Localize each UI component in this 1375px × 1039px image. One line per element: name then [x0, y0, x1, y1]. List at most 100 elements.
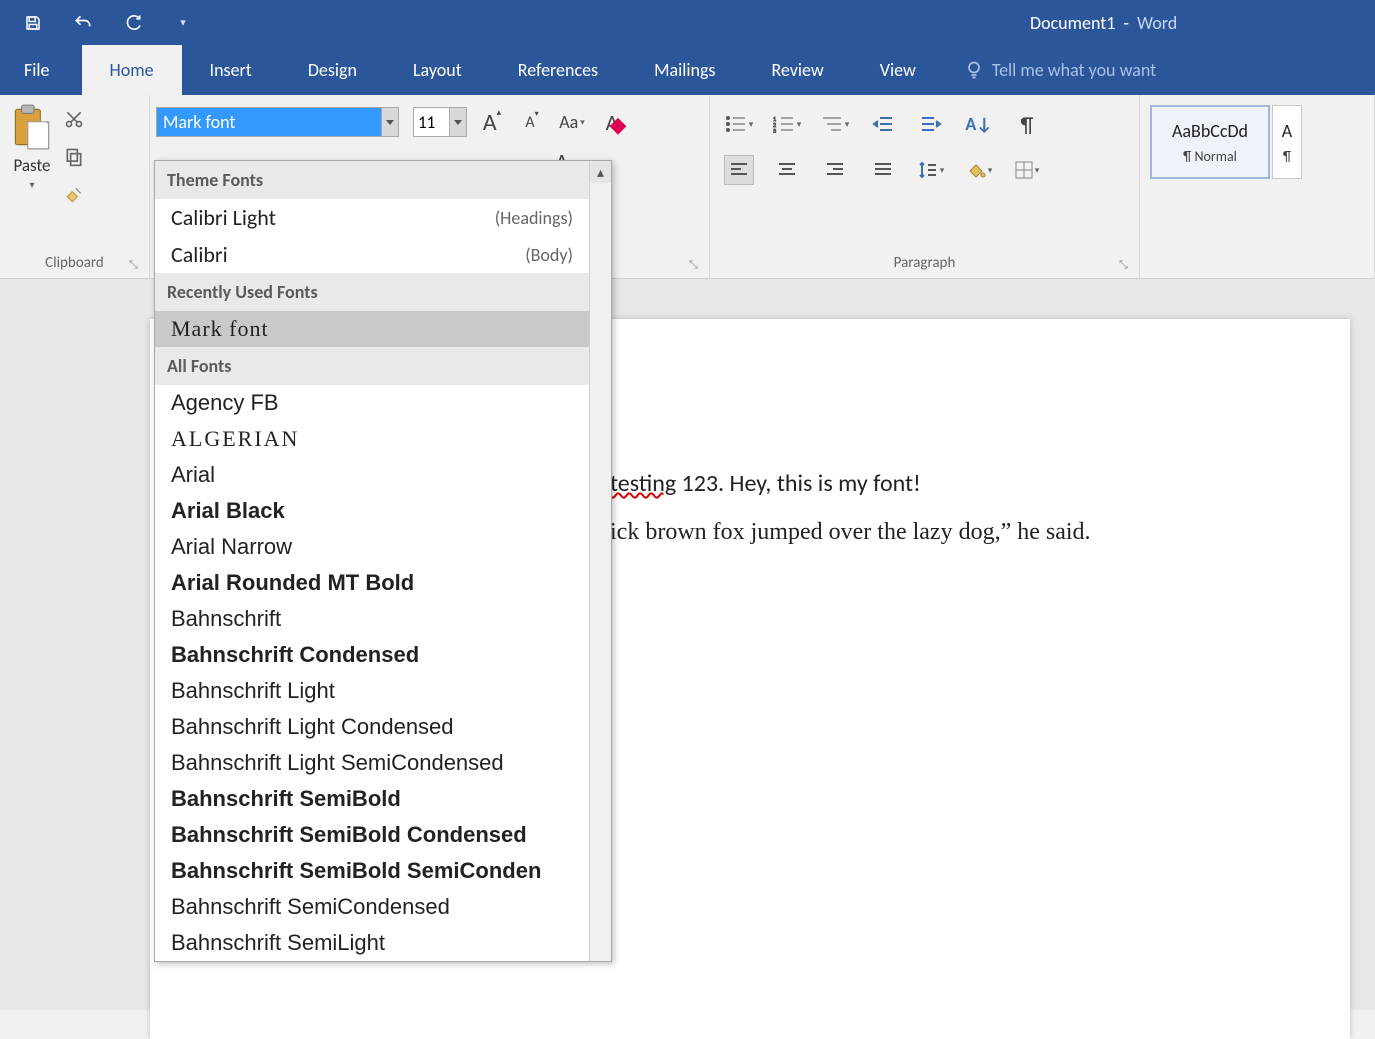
paint-bucket-icon [966, 161, 986, 179]
tell-me-search[interactable]: Tell me what you want [944, 45, 1156, 95]
shading-button[interactable]: ▾ [964, 155, 994, 185]
dropdown-scrollbar[interactable]: ▴ [589, 161, 611, 961]
ribbon-tabs: File Home Insert Design Layout Reference… [0, 45, 1375, 95]
font-size-input[interactable] [413, 107, 449, 137]
group-paragraph: ▾ 123▾ ▾ A↓ ¶ ▾ ▾ ▾ Paragraph ⤡ [710, 95, 1140, 278]
scissors-icon [64, 109, 84, 129]
font-option-name: Bahnschrift [171, 606, 281, 632]
cut-button[interactable] [62, 107, 86, 131]
tab-review[interactable]: Review [743, 45, 851, 95]
font-option-name: Calibri [171, 241, 228, 268]
paste-button[interactable]: Paste ▾ [10, 103, 54, 191]
style-normal[interactable]: AaBbCcDd ¶ Normal [1150, 105, 1270, 179]
font-option[interactable]: ALGERIAN [155, 421, 589, 457]
title-separator: - [1123, 12, 1129, 34]
font-option[interactable]: Bahnschrift Light [155, 673, 589, 709]
clipboard-launcher-icon[interactable]: ⤡ [129, 258, 143, 272]
style-next[interactable]: A ¶ [1272, 105, 1302, 179]
font-option[interactable]: Bahnschrift Light Condensed [155, 709, 589, 745]
borders-button[interactable]: ▾ [1012, 155, 1042, 185]
align-right-icon [825, 162, 845, 178]
font-size-dropdown-button[interactable] [449, 107, 467, 137]
bullets-icon [725, 115, 747, 133]
font-option[interactable]: Bahnschrift SemiBold [155, 781, 589, 817]
tab-design[interactable]: Design [280, 45, 385, 95]
font-option[interactable]: Arial Narrow [155, 529, 589, 565]
sort-icon: A↓ [965, 113, 992, 135]
font-option[interactable]: Bahnschrift SemiBold Condensed [155, 817, 589, 853]
font-option[interactable]: Arial Black [155, 493, 589, 529]
app-name: Word [1137, 12, 1177, 34]
dropdown-header-recent: Recently Used Fonts [155, 273, 589, 311]
font-option[interactable]: Agency FB [155, 385, 589, 421]
paragraph-launcher-icon[interactable]: ⤡ [1119, 258, 1133, 272]
font-name-dropdown-button[interactable] [381, 107, 399, 137]
font-option[interactable]: Bahnschrift Condensed [155, 637, 589, 673]
change-case-icon: Aa [559, 111, 578, 133]
numbering-button[interactable]: 123▾ [772, 109, 802, 139]
clear-formatting-button[interactable]: A◆ [597, 107, 627, 137]
font-option-name: Arial Black [171, 498, 285, 524]
font-option-hint: (Body) [525, 244, 573, 266]
tab-insert[interactable]: Insert [182, 45, 280, 95]
paste-label: Paste [14, 155, 51, 176]
font-option[interactable]: Arial Rounded MT Bold [155, 565, 589, 601]
paintbrush-icon [64, 185, 84, 205]
scroll-up-icon[interactable]: ▴ [590, 161, 611, 183]
save-icon[interactable] [22, 12, 44, 34]
document-text-line-2[interactable]: ick brown fox jumped over the lazy dog,”… [610, 519, 1091, 546]
font-dropdown[interactable]: Theme Fonts Calibri Light(Headings)Calib… [154, 160, 612, 962]
qat-customize-icon[interactable]: ▾ [172, 12, 194, 34]
font-option[interactable]: Bahnschrift SemiLight [155, 925, 589, 961]
dropdown-header-theme: Theme Fonts [155, 161, 589, 199]
window-title: Document1 - Word [1030, 12, 1177, 34]
font-name-combo[interactable] [156, 107, 399, 137]
sort-button[interactable]: A↓ [964, 109, 994, 139]
font-option[interactable]: Bahnschrift SemiBold SemiConden [155, 853, 589, 889]
multilevel-list-button[interactable]: ▾ [820, 109, 850, 139]
tab-home[interactable]: Home [82, 45, 182, 95]
tab-layout[interactable]: Layout [385, 45, 490, 95]
tell-me-placeholder: Tell me what you want [992, 59, 1156, 81]
font-option-name: Bahnschrift SemiLight [171, 930, 385, 956]
redo-icon[interactable] [122, 12, 144, 34]
font-launcher-icon[interactable]: ⤡ [689, 258, 703, 272]
font-option[interactable]: Mark font [155, 311, 589, 347]
format-painter-button[interactable] [62, 183, 86, 207]
change-case-button[interactable]: Aa▾ [557, 107, 587, 137]
style-name-next: ¶ [1283, 148, 1291, 165]
align-right-button[interactable] [820, 155, 850, 185]
tab-references[interactable]: References [490, 45, 626, 95]
font-option[interactable]: Bahnschrift SemiCondensed [155, 889, 589, 925]
tab-mailings[interactable]: Mailings [626, 45, 743, 95]
font-option[interactable]: Bahnschrift Light SemiCondensed [155, 745, 589, 781]
align-center-icon [777, 162, 797, 178]
group-clipboard: Paste ▾ Clipboard ⤡ [0, 95, 150, 278]
shrink-font-icon: A [525, 113, 534, 132]
font-option-name: Bahnschrift SemiBold Condensed [171, 822, 527, 848]
font-option-name: Mark font [171, 316, 269, 342]
tab-view[interactable]: View [852, 45, 944, 95]
show-paragraph-marks-button[interactable]: ¶ [1012, 109, 1042, 139]
decrease-indent-button[interactable] [868, 109, 898, 139]
tab-file[interactable]: File [0, 45, 82, 95]
justify-button[interactable] [868, 155, 898, 185]
font-option[interactable]: Calibri (Body) [155, 236, 589, 273]
document-text-line-1[interactable]: testing 123. Hey, this is my font! [610, 469, 921, 498]
font-option-name: Calibri Light [171, 204, 276, 231]
grow-font-button[interactable]: A▴ [477, 107, 507, 137]
font-option[interactable]: Bahnschrift [155, 601, 589, 637]
align-center-button[interactable] [772, 155, 802, 185]
font-size-combo[interactable] [413, 107, 467, 137]
align-left-button[interactable] [724, 155, 754, 185]
increase-indent-button[interactable] [916, 109, 946, 139]
font-option[interactable]: Calibri Light(Headings) [155, 199, 589, 236]
font-name-input[interactable] [156, 107, 381, 137]
bullets-button[interactable]: ▾ [724, 109, 754, 139]
shrink-font-button[interactable]: A▾ [517, 107, 547, 137]
copy-button[interactable] [62, 145, 86, 169]
line-spacing-button[interactable]: ▾ [916, 155, 946, 185]
font-option[interactable]: Arial [155, 457, 589, 493]
undo-icon[interactable] [72, 12, 94, 34]
font-option-name: Bahnschrift Condensed [171, 642, 419, 668]
